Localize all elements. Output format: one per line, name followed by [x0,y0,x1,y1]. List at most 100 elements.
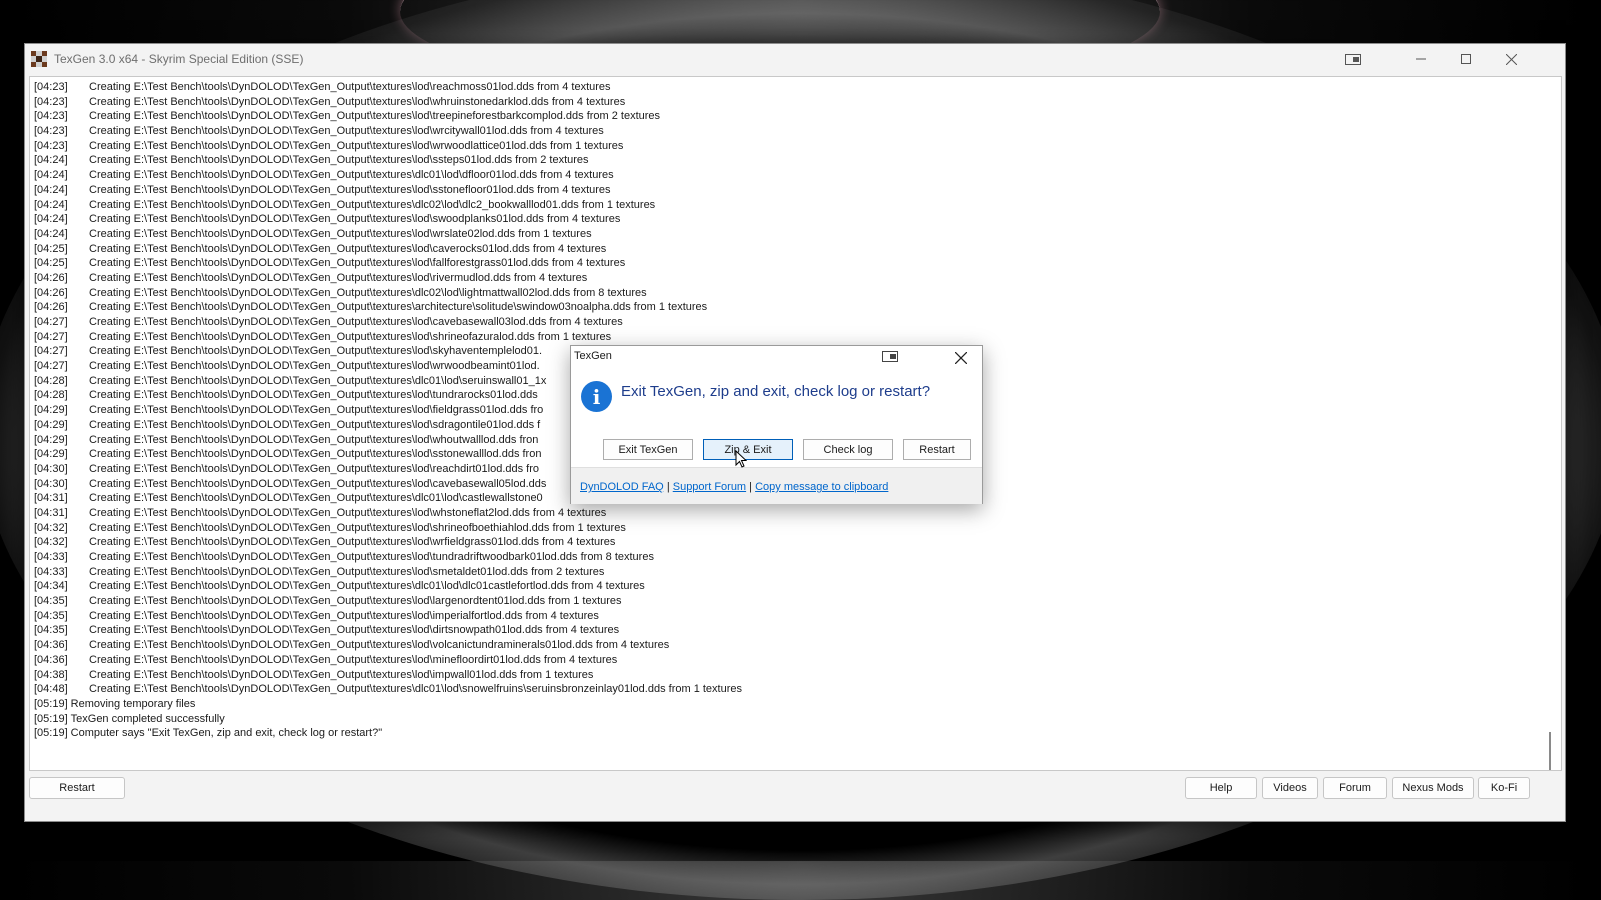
log-message: Creating E:\Test Bench\tools\DynDOLOD\Te… [89,345,543,358]
exit-texgen-button[interactable]: Exit TexGen [603,439,693,460]
title-bar[interactable]: TexGen 3.0 x64 - Skyrim Special Edition … [25,44,1565,74]
log-timestamp: [05:19] [34,697,68,710]
log-line: [04:24] Creating E:\Test Bench\tools\DynD… [34,212,1541,227]
texgen-app-icon [31,51,47,67]
log-timestamp: [04:33] [34,565,68,578]
log-message: Creating E:\Test Bench\tools\DynDOLOD\Te… [89,271,588,284]
support-forum-link[interactable]: Support Forum [673,481,746,493]
log-message: Creating E:\Test Bench\tools\DynDOLOD\Te… [89,462,540,475]
log-message: Creating E:\Test Bench\tools\DynDOLOD\Te… [89,154,589,167]
log-timestamp: [05:19] [34,727,68,740]
log-message: Creating E:\Test Bench\tools\DynDOLOD\Te… [89,169,614,182]
log-timestamp: [04:29] [34,418,68,431]
log-message: Creating E:\Test Bench\tools\DynDOLOD\Te… [89,609,599,622]
zip-exit-button[interactable]: Zip & Exit [703,439,793,460]
dialog-restart-button[interactable]: Restart [903,439,971,460]
log-line: [04:27] Creating E:\Test Bench\tools\DynD… [34,330,1541,345]
restart-button[interactable]: Restart [29,777,125,799]
log-line: [04:25] Creating E:\Test Bench\tools\DynD… [34,256,1541,271]
log-message: Creating E:\Test Bench\tools\DynDOLOD\Te… [89,683,742,696]
videos-button[interactable]: Videos [1262,777,1318,799]
copy-message-link[interactable]: Copy message to clipboard [755,481,888,493]
log-line: [04:35] Creating E:\Test Bench\tools\DynD… [34,623,1541,638]
log-line: [04:33] Creating E:\Test Bench\tools\DynD… [34,550,1541,565]
log-message: Creating E:\Test Bench\tools\DynDOLOD\Te… [89,448,542,461]
log-message: Creating E:\Test Bench\tools\DynDOLOD\Te… [89,506,607,519]
log-message: Creating E:\Test Bench\tools\DynDOLOD\Te… [89,418,541,431]
log-line: [04:26] Creating E:\Test Bench\tools\DynD… [34,286,1541,301]
log-message: Creating E:\Test Bench\tools\DynDOLOD\Te… [89,492,543,505]
log-message: Creating E:\Test Bench\tools\DynDOLOD\Te… [89,668,594,681]
log-timestamp: [04:24] [34,227,68,240]
log-timestamp: [04:34] [34,580,68,593]
log-message: Creating E:\Test Bench\tools\DynDOLOD\Te… [89,374,547,387]
log-message: Creating E:\Test Bench\tools\DynDOLOD\Te… [89,565,605,578]
log-message: Creating E:\Test Bench\tools\DynDOLOD\Te… [89,624,620,637]
log-line: [04:24] Creating E:\Test Bench\tools\DynD… [34,168,1541,183]
help-button[interactable]: Help [1185,777,1257,799]
log-line: [04:24] Creating E:\Test Bench\tools\DynD… [34,227,1541,242]
kofi-button[interactable]: Ko-Fi [1478,777,1530,799]
log-timestamp: [04:33] [34,551,68,563]
faq-link[interactable]: DynDOLOD FAQ [580,481,664,493]
log-message: Creating E:\Test Bench\tools\DynDOLOD\Te… [89,580,645,593]
log-line: [04:32] Creating E:\Test Bench\tools\DynD… [34,521,1541,536]
pin-window-icon[interactable] [1330,44,1376,74]
log-timestamp: [04:23] [34,125,68,138]
vertical-scrollbar[interactable] [1549,732,1551,770]
log-timestamp: [04:25] [34,257,68,270]
log-timestamp: [04:36] [34,653,68,666]
log-timestamp: [04:28] [34,374,68,387]
log-line: [04:23] Creating E:\Test Bench\tools\DynD… [34,109,1541,124]
log-timestamp: [04:24] [34,169,68,182]
log-message: Creating E:\Test Bench\tools\DynDOLOD\Te… [89,653,618,666]
log-timestamp: [04:36] [34,639,68,652]
log-timestamp: [04:29] [34,448,68,461]
log-message: Creating E:\Test Bench\tools\DynDOLOD\Te… [89,257,626,270]
log-timestamp: [05:19] [34,712,68,725]
log-timestamp: [04:27] [34,316,68,328]
log-message: Creating E:\Test Bench\tools\DynDOLOD\Te… [89,242,607,255]
forum-button[interactable]: Forum [1323,777,1387,799]
close-icon[interactable] [954,348,968,369]
log-message: Creating E:\Test Bench\tools\DynDOLOD\Te… [89,81,611,93]
log-timestamp: [04:25] [34,242,68,255]
log-timestamp: [04:26] [34,301,68,314]
log-line: [04:36] Creating E:\Test Bench\tools\DynD… [34,653,1541,668]
bottom-toolbar: Restart Help Videos Forum Nexus Mods Ko-… [25,777,1565,821]
close-icon[interactable] [1488,44,1534,74]
mouse-cursor-icon [735,450,747,468]
log-line: [04:26] Creating E:\Test Bench\tools\DynD… [34,300,1541,315]
log-message: Creating E:\Test Bench\tools\DynDOLOD\Te… [89,433,539,446]
log-line: [04:34] Creating E:\Test Bench\tools\DynD… [34,579,1541,594]
log-line: [04:27] Creating E:\Test Bench\tools\DynD… [34,315,1541,330]
log-line: [04:23] Creating E:\Test Bench\tools\DynD… [34,139,1541,154]
log-message: Creating E:\Test Bench\tools\DynDOLOD\Te… [89,95,626,108]
log-message: Creating E:\Test Bench\tools\DynDOLOD\Te… [89,213,621,226]
log-message: Creating E:\Test Bench\tools\DynDOLOD\Te… [89,183,611,196]
log-message: Removing temporary files [70,697,196,710]
log-timestamp: [04:35] [34,624,68,637]
info-icon: i [581,381,612,412]
log-timestamp: [04:31] [34,506,68,519]
log-timestamp: [04:26] [34,271,68,284]
minimize-icon[interactable] [1398,44,1444,74]
log-line: [05:19] TexGen completed successfully [34,712,1541,727]
log-line: [05:19] Removing temporary files [34,697,1541,712]
log-line: [04:25] Creating E:\Test Bench\tools\DynD… [34,242,1541,257]
log-message: Creating E:\Test Bench\tools\DynDOLOD\Te… [89,316,623,328]
maximize-icon[interactable] [1443,44,1489,74]
log-message: Creating E:\Test Bench\tools\DynDOLOD\Te… [89,536,616,549]
window-title: TexGen 3.0 x64 - Skyrim Special Edition … [54,52,304,66]
log-line: [04:23] Creating E:\Test Bench\tools\DynD… [34,80,1541,95]
exit-dialog: TexGen i Exit TexGen, zip and exit, chec… [570,345,983,504]
log-timestamp: [04:29] [34,404,68,417]
check-log-button[interactable]: Check log [803,439,893,460]
log-timestamp: [04:30] [34,477,68,490]
log-message: Creating E:\Test Bench\tools\DynDOLOD\Te… [89,639,670,652]
pin-window-icon[interactable] [882,351,898,365]
nexus-mods-button[interactable]: Nexus Mods [1392,777,1474,799]
dialog-title: TexGen [574,350,612,362]
log-timestamp: [04:35] [34,609,68,622]
log-timestamp: [04:24] [34,213,68,226]
